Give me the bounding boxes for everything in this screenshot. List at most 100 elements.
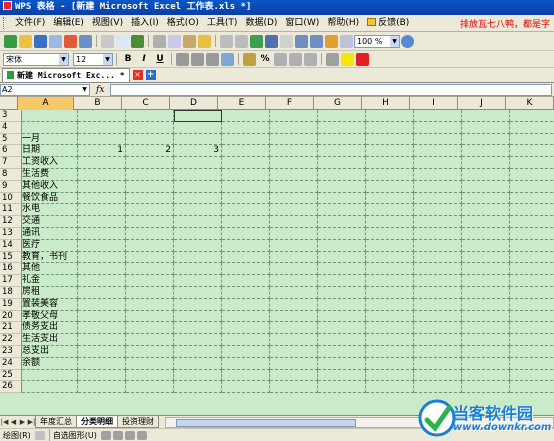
menu-tools[interactable]: 工具(T) xyxy=(203,16,242,31)
grid-cell[interactable] xyxy=(414,145,462,158)
underline-button[interactable]: U xyxy=(153,53,167,66)
grid-cell[interactable] xyxy=(366,381,414,394)
grid-cell[interactable] xyxy=(270,145,318,158)
menu-file[interactable]: 文件(F) xyxy=(11,16,49,31)
grid-cell[interactable]: 房租 xyxy=(22,286,78,299)
grid-cell[interactable] xyxy=(78,298,126,311)
grid-cell[interactable] xyxy=(222,204,270,217)
grid-cell[interactable] xyxy=(510,370,554,382)
grid-cell[interactable] xyxy=(318,322,366,335)
grid-cell[interactable] xyxy=(318,204,366,217)
grid-cell[interactable] xyxy=(510,193,554,205)
row-header[interactable]: 11 xyxy=(0,204,22,217)
grid-cell[interactable]: 交通 xyxy=(22,216,78,228)
formula-input[interactable] xyxy=(110,83,552,96)
grid-cell[interactable] xyxy=(318,227,366,240)
sheet-tab-annual-summary[interactable]: 年度汇总 xyxy=(35,416,77,428)
grid-cell[interactable] xyxy=(270,192,318,205)
grid-cell[interactable] xyxy=(222,145,270,158)
grid-cell[interactable] xyxy=(222,286,270,299)
grid-cell[interactable] xyxy=(174,192,222,205)
grid-cell[interactable] xyxy=(174,334,222,346)
grid-cell[interactable] xyxy=(366,298,414,311)
row-header[interactable]: 12 xyxy=(0,216,22,228)
grid-cell[interactable]: 水电 xyxy=(22,204,78,217)
grid-cell[interactable] xyxy=(174,275,222,287)
grid-cell[interactable] xyxy=(414,110,462,122)
grid-cell[interactable] xyxy=(462,157,510,169)
sheet-tab-investment[interactable]: 投资理财 xyxy=(117,416,159,428)
undo-icon[interactable] xyxy=(220,34,233,48)
grid-cell[interactable] xyxy=(126,227,174,240)
grid-cell[interactable] xyxy=(22,110,78,122)
grid-cell[interactable]: 总支出 xyxy=(22,345,78,358)
decrease-decimal-icon[interactable] xyxy=(304,52,317,66)
grid-cell[interactable] xyxy=(510,263,554,276)
grid-cell[interactable] xyxy=(510,181,554,193)
select-all-corner[interactable] xyxy=(0,97,18,110)
new-document-icon[interactable] xyxy=(4,34,17,48)
thousands-separator-icon[interactable] xyxy=(274,52,287,66)
grid-cell[interactable] xyxy=(78,286,126,299)
font-color-icon[interactable] xyxy=(356,52,369,66)
grid-cell[interactable] xyxy=(366,192,414,205)
grid-cell[interactable] xyxy=(78,345,126,358)
copy-icon[interactable] xyxy=(168,34,181,48)
line-tool-icon[interactable] xyxy=(100,430,111,440)
row-header[interactable]: 9 xyxy=(0,180,22,193)
grid-cell[interactable] xyxy=(318,345,366,358)
grid-cell[interactable] xyxy=(222,168,270,181)
grid-cell[interactable] xyxy=(78,204,126,217)
grid-cell[interactable] xyxy=(270,251,318,264)
row-header[interactable]: 10 xyxy=(0,192,22,205)
grid-cell[interactable] xyxy=(414,298,462,311)
grid-cell[interactable] xyxy=(462,168,510,181)
grid-cell[interactable]: 日期 xyxy=(22,145,78,158)
grid-cell[interactable] xyxy=(318,357,366,370)
grid-cell[interactable] xyxy=(78,239,126,252)
grid-cell[interactable] xyxy=(414,369,462,382)
grid-cell[interactable] xyxy=(318,121,366,134)
grid-cell[interactable] xyxy=(414,133,462,146)
grid-cell[interactable]: 置装美容 xyxy=(22,298,78,311)
grid-cell[interactable] xyxy=(366,145,414,158)
grid-cell[interactable] xyxy=(462,310,510,323)
grid-cell[interactable] xyxy=(462,192,510,205)
grid-cell[interactable] xyxy=(510,228,554,240)
grid-cell[interactable] xyxy=(366,168,414,181)
grid-cell[interactable] xyxy=(222,334,270,346)
grid-cell[interactable] xyxy=(462,345,510,358)
grid-cell[interactable] xyxy=(222,322,270,335)
grid-cell[interactable] xyxy=(126,322,174,335)
grid-cell[interactable] xyxy=(78,369,126,382)
grid-cell[interactable] xyxy=(174,110,222,122)
grid-cell[interactable] xyxy=(318,275,366,287)
grid-cell[interactable] xyxy=(222,381,270,394)
grid-cell[interactable] xyxy=(414,381,462,394)
grid-cell[interactable] xyxy=(222,110,270,122)
menu-help[interactable]: 帮助(H) xyxy=(323,16,363,31)
grid-cell[interactable] xyxy=(270,345,318,358)
grid-cell[interactable] xyxy=(270,357,318,370)
grid-cell[interactable] xyxy=(126,345,174,358)
row-header[interactable]: 26 xyxy=(0,381,22,394)
row-header[interactable]: 5 xyxy=(0,133,22,146)
grid-cell[interactable] xyxy=(366,227,414,240)
grid-cell[interactable] xyxy=(174,357,222,370)
increase-decimal-icon[interactable] xyxy=(289,52,302,66)
grid-cell[interactable] xyxy=(174,251,222,264)
column-header-h[interactable]: H xyxy=(362,97,410,110)
grid-cell[interactable] xyxy=(78,381,126,394)
save-as-icon[interactable] xyxy=(49,34,62,48)
grid-cell[interactable] xyxy=(270,322,318,335)
grid-cell[interactable] xyxy=(318,216,366,228)
grid-cell[interactable] xyxy=(174,369,222,382)
grid-cell[interactable] xyxy=(462,216,510,228)
grid-cell[interactable] xyxy=(22,369,78,382)
grid-cell[interactable] xyxy=(222,251,270,264)
grid-cell[interactable] xyxy=(510,334,554,346)
grid-cell[interactable] xyxy=(126,133,174,146)
fill-color-icon[interactable] xyxy=(341,52,354,66)
font-name-select[interactable]: 宋体 ▼ xyxy=(3,52,69,66)
grid-cell[interactable] xyxy=(510,157,554,169)
